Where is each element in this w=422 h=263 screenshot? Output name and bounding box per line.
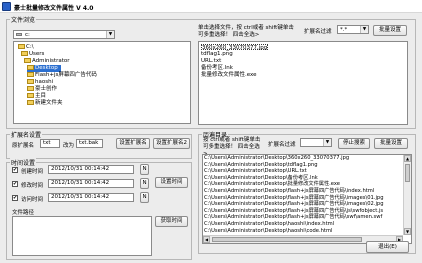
change-to-input[interactable]: txt.bak xyxy=(76,139,103,148)
access-time-checkbox[interactable]: ✔ xyxy=(12,195,18,201)
ext-filter-value: *.* xyxy=(340,27,348,33)
original-ext-label: 原扩展名 xyxy=(12,143,35,149)
chevron-down-icon[interactable]: ▼ xyxy=(360,26,368,33)
tree-item-c-drive[interactable]: C:\ xyxy=(18,44,34,51)
tree-item-users[interactable]: Users xyxy=(21,51,44,58)
traverse-batch-button[interactable]: 批量设置 xyxy=(374,138,408,149)
tree-item-label: haoshi xyxy=(35,79,54,85)
created-time-now-button[interactable]: N xyxy=(140,164,149,175)
title-bar: 豪士批量修改文件属性 V 4.0 xyxy=(0,0,422,13)
drive-select-value: c: xyxy=(25,32,30,38)
modified-time-input[interactable]: 2012/10/31 00:14:42 xyxy=(48,179,134,188)
access-time-label: 访问时间 xyxy=(21,197,44,203)
scroll-down-arrow-icon[interactable]: ▼ xyxy=(404,228,411,235)
file-list-item[interactable]: 批量修改文件属性.exe xyxy=(201,72,257,78)
created-time-input[interactable]: 2012/10/31 00:14:42 xyxy=(48,165,134,174)
tree-item-main[interactable]: 主目 xyxy=(27,93,46,100)
folder-tree[interactable]: C:\ Users Administrator Desktop Flash+js… xyxy=(13,41,191,124)
folder-icon xyxy=(27,72,34,77)
created-time-label: 创建时间 xyxy=(21,169,44,175)
time-settings-group-label: 时间设置 xyxy=(10,158,37,167)
folder-open-icon xyxy=(21,51,28,56)
tree-item-label: 新建文件夹 xyxy=(35,100,63,106)
file-list-item[interactable]: 备份考区.lnk xyxy=(201,65,233,71)
file-path-box[interactable] xyxy=(12,216,152,256)
folder-icon xyxy=(27,86,34,91)
set-time-button[interactable]: 设置时间 xyxy=(155,177,188,188)
scroll-left-arrow-icon[interactable]: ◀ xyxy=(203,236,210,243)
tree-item-label: Administrator xyxy=(32,58,70,64)
batch-set-button[interactable]: 批量设置 xyxy=(373,25,407,36)
chevron-down-icon[interactable]: ▼ xyxy=(323,139,331,146)
drive-icon xyxy=(16,33,22,36)
file-list-item[interactable]: URL.txt xyxy=(201,58,221,64)
main-panel: 文件浏览 c: ▼ C:\ Users Administrator Deskto… xyxy=(0,13,422,263)
tree-item-haoshi-create[interactable]: 豪士创作 xyxy=(27,86,57,93)
ext-filter-select[interactable]: *.* ▼ xyxy=(337,25,369,34)
scroll-up-arrow-icon[interactable]: ▲ xyxy=(404,155,411,162)
file-select-hint: 单击选择文件，按 ctrl或者 shift键单击可多重选择！ 四击全选> xyxy=(198,25,294,38)
created-time-checkbox[interactable]: ✔ xyxy=(12,167,18,173)
tree-item-label: C:\ xyxy=(26,44,34,50)
set-ext-button[interactable]: 设置扩展名 xyxy=(116,138,150,149)
file-path-label: 文件路径 xyxy=(12,210,35,216)
folder-open-icon xyxy=(18,44,25,49)
stop-search-button[interactable]: 停止搜索 xyxy=(338,138,370,149)
access-time-now-button[interactable]: N xyxy=(140,192,149,203)
traverse-ext-filter-label: 扩展名过滤 xyxy=(268,142,296,148)
access-time-input[interactable]: 2012/10/31 00:14:42 xyxy=(48,193,134,202)
traverse-path-list[interactable]: C:\Users\Administrator\Desktop\360x260_3… xyxy=(202,154,412,244)
ext-filter-label: 扩展名过滤 xyxy=(304,29,332,35)
tree-item-label: Desktop xyxy=(35,65,58,71)
tree-item-administrator[interactable]: Administrator xyxy=(24,58,70,65)
tree-item-label: Users xyxy=(29,51,45,57)
tree-item-label: 豪士创作 xyxy=(35,86,58,92)
window-title: 豪士批量修改文件属性 V 4.0 xyxy=(14,5,94,12)
file-list[interactable]: 360x260_33070377.jpg tdflag1.png URL.txt… xyxy=(198,41,408,125)
scroll-thumb[interactable] xyxy=(405,164,410,182)
file-list-item[interactable]: 360x260_33070377.jpg xyxy=(201,44,269,51)
path-list-item[interactable]: C:\Users\Administrator\Desktop\haoshi\co… xyxy=(204,228,332,235)
modified-time-label: 修改时间 xyxy=(21,183,44,189)
tree-item-desktop[interactable]: Desktop xyxy=(27,65,61,72)
ext-settings-group-label: 扩展名设置 xyxy=(10,130,43,139)
tree-item-label: 主目 xyxy=(35,93,47,99)
file-browse-group-label: 文件浏览 xyxy=(10,15,37,24)
original-ext-input[interactable]: txt xyxy=(40,139,60,148)
set-ext-button-2[interactable]: 设置扩展名2 xyxy=(153,138,190,149)
folder-open-icon xyxy=(27,65,34,70)
exit-button[interactable]: 退出(E) xyxy=(366,241,409,253)
get-time-button[interactable]: 获取时间 xyxy=(155,216,188,227)
drive-select[interactable]: c: ▼ xyxy=(13,30,115,39)
folder-icon xyxy=(27,79,34,84)
app-icon xyxy=(2,2,11,11)
path-list-vertical-scrollbar[interactable]: ▲ ▼ xyxy=(403,155,411,235)
tree-item-flash-ad-code[interactable]: Flash+js屏幕四广告代码 xyxy=(27,72,97,79)
tree-item-new-folder[interactable]: 新建文件夹 xyxy=(27,100,63,107)
file-list-item[interactable]: tdflag1.png xyxy=(201,51,233,57)
traverse-ext-filter-select[interactable]: ▼ xyxy=(300,138,332,147)
tree-item-haoshi[interactable]: haoshi xyxy=(27,79,53,86)
scroll-thumb[interactable] xyxy=(212,237,362,242)
chevron-down-icon[interactable]: ▼ xyxy=(106,31,114,38)
modified-time-now-button[interactable]: N xyxy=(140,178,149,189)
folder-open-icon xyxy=(24,58,31,63)
tree-item-label: Flash+js屏幕四广告代码 xyxy=(35,72,97,78)
change-to-label: 改为 xyxy=(63,143,75,149)
folder-icon xyxy=(27,93,34,98)
modified-time-checkbox[interactable]: ✔ xyxy=(12,181,18,187)
folder-icon xyxy=(27,100,34,105)
